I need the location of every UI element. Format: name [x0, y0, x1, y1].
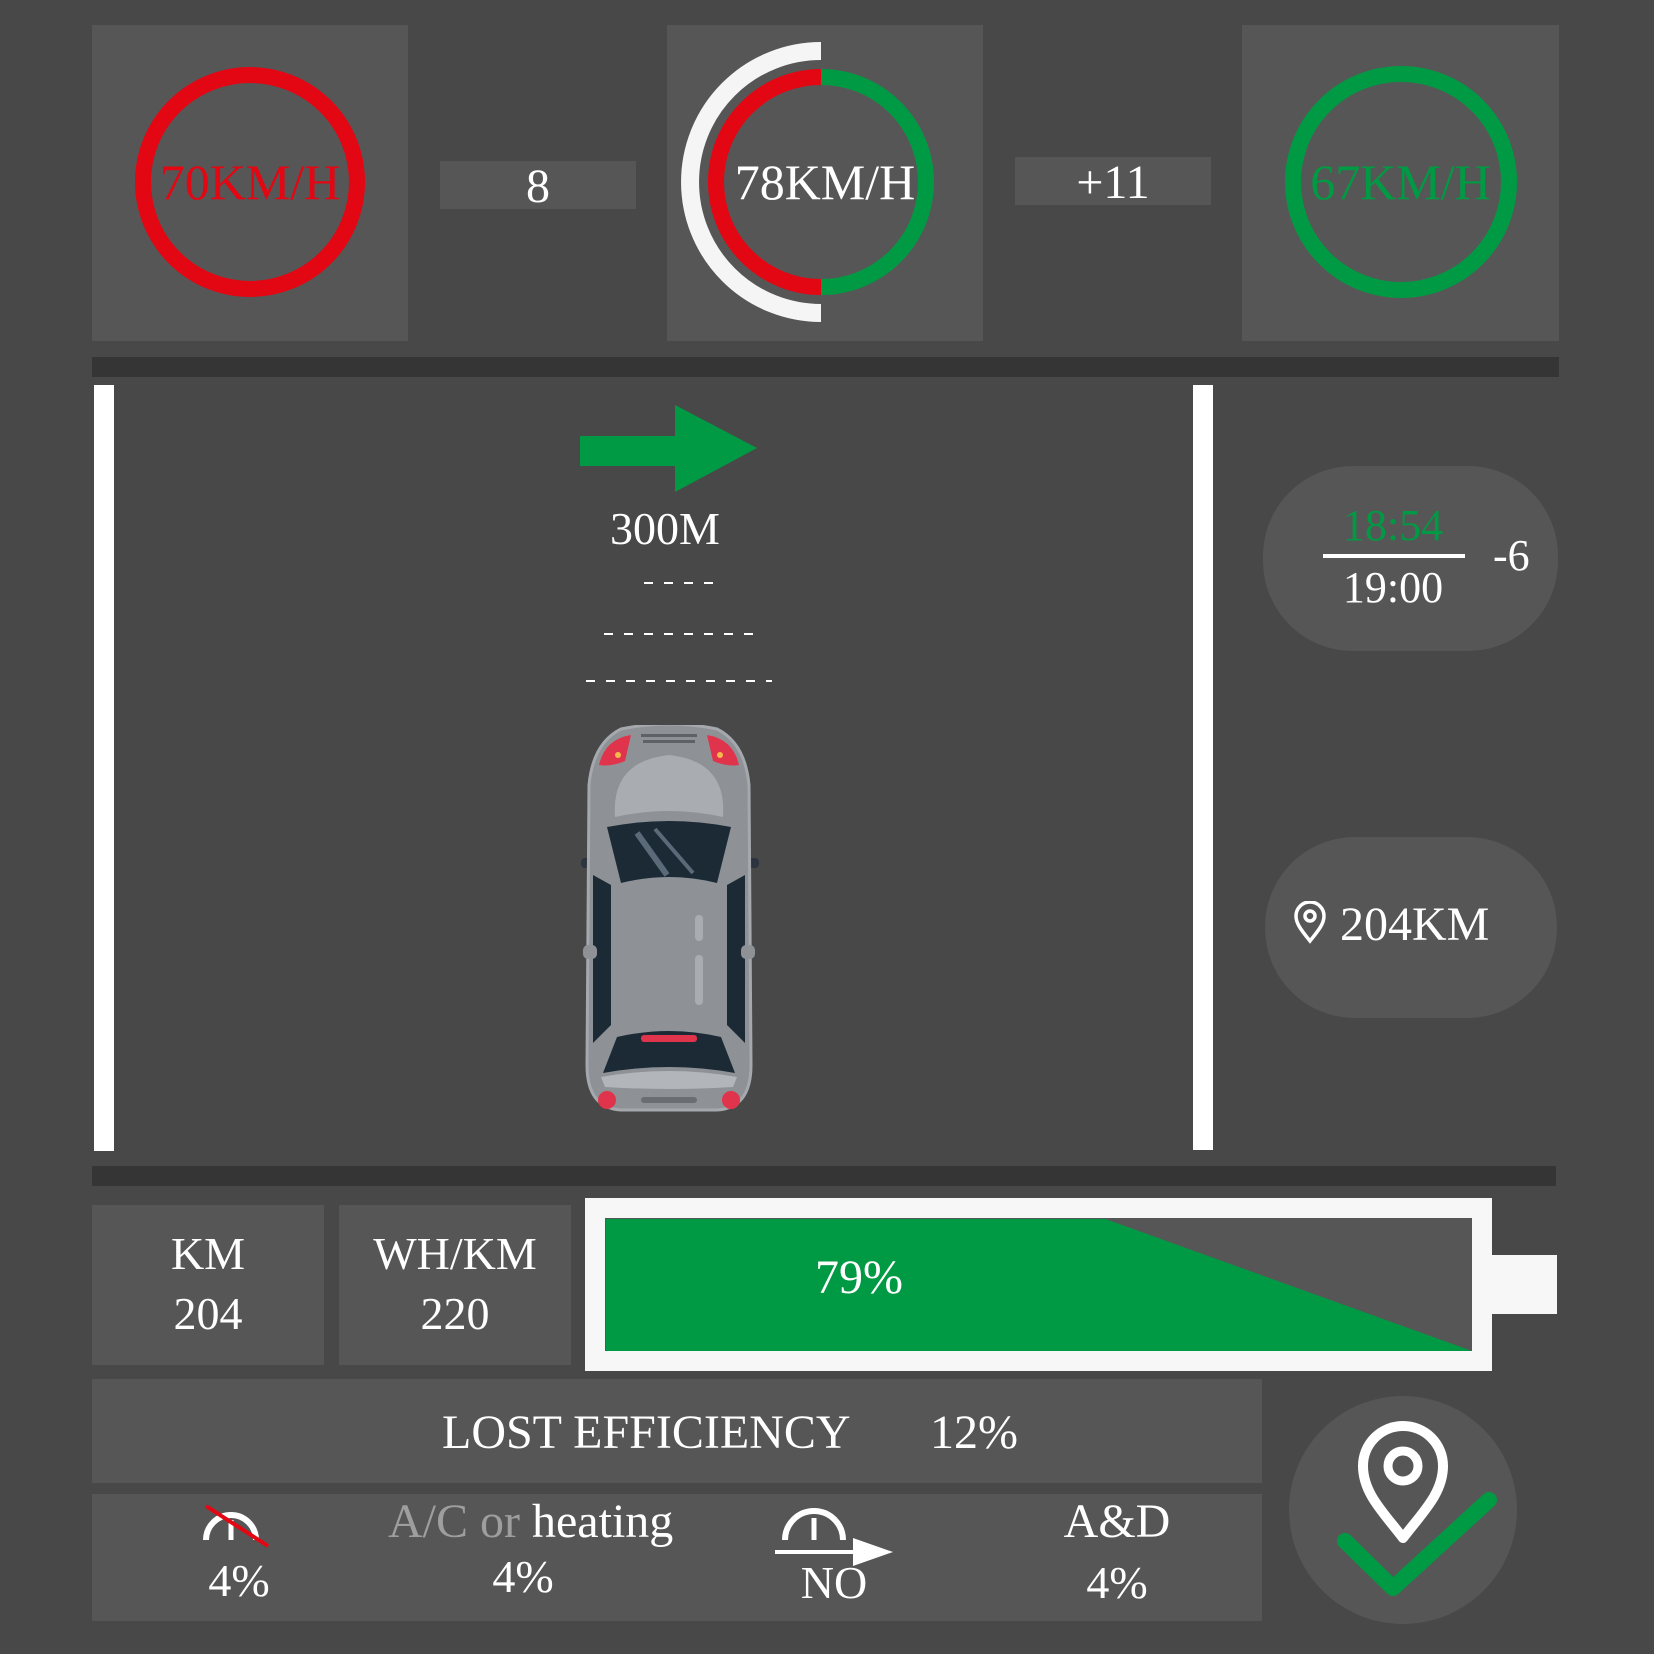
speed-limit-prev-value: 70KM/H: [159, 154, 341, 210]
eta-delta: -6: [1493, 531, 1530, 580]
lost-efficiency-value: 12%: [930, 1406, 1018, 1459]
location-pin-icon: [1294, 901, 1326, 944]
top-separator: [92, 357, 1559, 377]
ac-label: A/C: [388, 1495, 469, 1548]
turn-distance: 300M: [610, 503, 720, 554]
battery-percent: 79%: [815, 1251, 903, 1304]
eta-pill: 18:54 19:00 -6: [1263, 466, 1558, 651]
whkm-label: WH/KM: [373, 1228, 537, 1279]
km-value: 204: [173, 1288, 243, 1339]
lane-line-left: [94, 385, 114, 1151]
efficiency-speed-value: 4%: [208, 1555, 270, 1606]
bottom-separator: [92, 1166, 1556, 1186]
range-pill: 204KM: [1265, 837, 1557, 1018]
efficiency-climate-value: 4%: [492, 1551, 554, 1602]
efficiency-breakdown-panel: 4% A/C or heating 4% NO A&D 4%: [92, 1494, 1262, 1621]
speed-limit-prev-panel: 70KM/H: [92, 25, 408, 341]
efficiency-ad-value: 4%: [1086, 1557, 1148, 1608]
speed-diff-prev-value: 8: [526, 160, 550, 213]
speed-limit-next-panel: 67KM/H: [1242, 25, 1559, 341]
battery-gauge: 79%: [585, 1198, 1557, 1371]
current-speed-panel: 78KM/H: [667, 25, 983, 341]
efficiency-ad-label: A&D: [1063, 1495, 1171, 1548]
whkm-value: 220: [420, 1288, 490, 1339]
km-label: KM: [170, 1228, 246, 1279]
lane-line-right: [1193, 385, 1213, 1150]
road-dash-marks: [586, 582, 772, 682]
speedometer-crossed-icon: [203, 1504, 270, 1548]
car-top-view: [581, 725, 759, 1112]
lost-efficiency-title: LOST EFFICIENCY: [442, 1406, 851, 1459]
range-value: 204KM: [1340, 898, 1490, 951]
eta-planned: 19:00: [1342, 563, 1444, 612]
km-stat-panel: KM 204: [92, 1205, 324, 1365]
speed-diff-next-badge: +11: [1015, 156, 1211, 209]
lost-efficiency-banner: LOST EFFICIENCY 12%: [92, 1379, 1262, 1483]
battery-shape: [585, 1198, 1557, 1371]
whkm-stat-panel: WH/KM 220: [339, 1205, 571, 1365]
eta-predicted: 18:54: [1342, 501, 1444, 550]
right-arrow-icon: [580, 405, 757, 492]
speed-diff-next-value: +11: [1076, 156, 1150, 209]
speed-diff-prev-badge: 8: [440, 160, 636, 213]
destination-button[interactable]: [1289, 1396, 1517, 1624]
efficiency-acceleration-value: NO: [800, 1557, 868, 1608]
eta-fraction-line: [1323, 554, 1465, 558]
location-pin-check-icon: [1337, 1421, 1497, 1596]
heating-label: heating: [532, 1495, 674, 1548]
or-label: or: [480, 1495, 520, 1548]
speed-limit-next-value: 67KM/H: [1310, 154, 1491, 210]
efficiency-climate-label: A/C or heating: [388, 1494, 673, 1549]
current-speed-value: 78KM/H: [734, 154, 916, 210]
